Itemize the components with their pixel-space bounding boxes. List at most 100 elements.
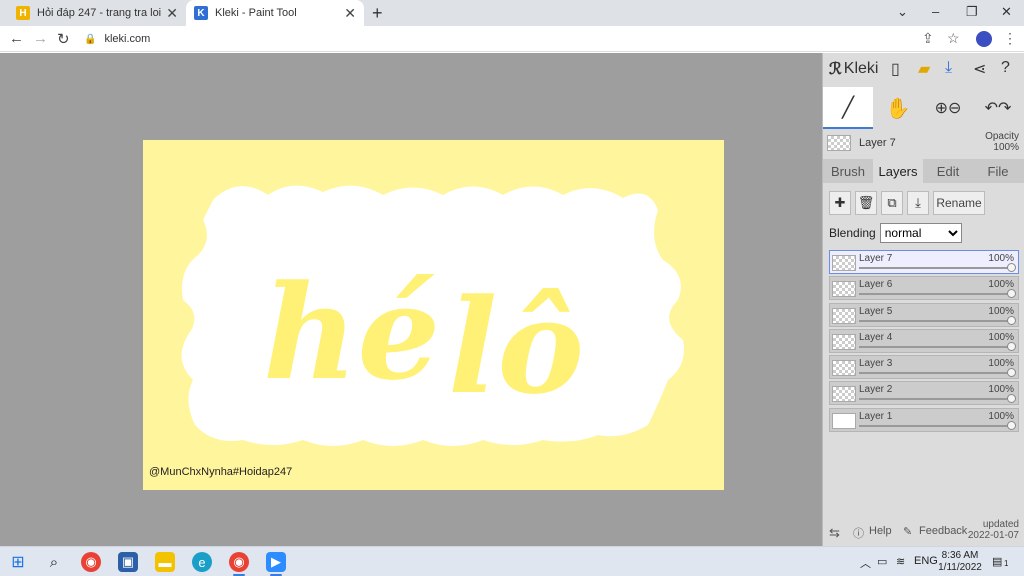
chrome-icon[interactable]: ◉	[81, 552, 101, 572]
maximize-button[interactable]: ❐	[966, 4, 978, 20]
layer-opacity-slider[interactable]	[859, 398, 1012, 401]
layer-item-4[interactable]: Layer 4 100%	[829, 328, 1019, 353]
tab-hoidap[interactable]: H Hỏi đáp 247 - trang tra loi ✕	[8, 0, 186, 26]
rename-button[interactable]: Rename	[933, 191, 985, 215]
store-icon[interactable]: ▣	[118, 552, 138, 572]
tab-brush[interactable]: Brush	[823, 159, 873, 183]
help-circle-icon[interactable]: ⓘ	[853, 525, 864, 541]
layer-item-6[interactable]: Layer 6 100%	[829, 276, 1019, 301]
close-tab-icon[interactable]: ✕	[166, 5, 178, 22]
bookmark-star-icon[interactable]: ☆	[947, 30, 960, 47]
feedback-icon[interactable]: ✎	[903, 525, 912, 538]
layer-opacity: 100%	[988, 305, 1014, 317]
layer-opacity-slider[interactable]	[859, 293, 1012, 296]
kleki-side-panel: ℛ Kleki ▯ ▰ ⤓ ⋖ ? ╱ ✋ ⊕⊖ ↶↷ Layer 7 Opac…	[822, 53, 1024, 546]
layer-name: Layer 2	[859, 384, 893, 396]
layer-opacity-knob[interactable]	[1007, 341, 1016, 351]
new-tab-button[interactable]: +	[372, 3, 383, 24]
layer-name: Layer 5	[859, 305, 893, 317]
taskbar-clock[interactable]: 8:36 AM 1/11/2022	[938, 550, 982, 574]
tab-kleki[interactable]: K Kleki - Paint Tool ✕	[186, 0, 364, 26]
layer-opacity-slider[interactable]	[859, 267, 1012, 269]
layer-item-5[interactable]: Layer 5 100%	[829, 302, 1019, 327]
layer-opacity-knob[interactable]	[1007, 394, 1016, 404]
drawing-canvas[interactable]: hé lô @MunChxNynha#Hoidap247	[143, 140, 724, 490]
notification-icon[interactable]: ▤	[992, 555, 1002, 568]
help-link[interactable]: Help	[869, 525, 892, 537]
layer-opacity-knob[interactable]	[1007, 368, 1016, 378]
layer-opacity-knob[interactable]	[1007, 263, 1016, 272]
zoom-in-out-icon[interactable]: ⊕⊖	[923, 87, 973, 129]
swap-sides-icon[interactable]: ⇆	[829, 525, 840, 541]
close-window-button[interactable]: ✕	[1001, 4, 1012, 20]
minimize-button[interactable]: –	[932, 4, 939, 19]
browser-tab-strip: H Hỏi đáp 247 - trang tra loi ✕ K Kleki …	[0, 0, 1024, 26]
layer-name: Layer 7	[859, 253, 893, 264]
brush-tool-icon[interactable]: ╱	[823, 87, 873, 129]
tab-file[interactable]: File	[973, 159, 1023, 183]
share-icon[interactable]: ⋖	[973, 59, 986, 79]
download-icon[interactable]: ⤓	[945, 59, 952, 77]
layer-name: Layer 4	[859, 331, 893, 343]
layer-item-2[interactable]: Layer 2 100%	[829, 381, 1019, 406]
tab-edit[interactable]: Edit	[923, 159, 973, 183]
feedback-link[interactable]: Feedback	[919, 525, 967, 537]
delete-layer-icon[interactable]: 🗑	[855, 191, 877, 215]
layer-item-3[interactable]: Layer 3 100%	[829, 355, 1019, 380]
layer-opacity-slider[interactable]	[859, 372, 1012, 375]
updated-info: updated 2022-01-07	[968, 519, 1019, 541]
undo-redo-icon[interactable]: ↶↷	[973, 87, 1023, 129]
browser-toolbar: ← → ↻ 🔒 kleki.com ⇪ ☆ ⋮	[0, 26, 1024, 52]
zoom-app-icon[interactable]: ▶	[266, 552, 286, 576]
tray-chevron-icon[interactable]: ︿	[860, 555, 871, 571]
add-layer-icon[interactable]: ✚	[829, 191, 851, 215]
layer-opacity-slider[interactable]	[859, 424, 1012, 427]
layer-opacity-slider[interactable]	[859, 345, 1012, 348]
search-icon[interactable]: ⌕	[44, 552, 64, 572]
open-folder-icon[interactable]: ▰	[918, 59, 930, 79]
clock-date: 1/11/2022	[938, 562, 982, 573]
panel-footer: ⇆ ⓘ Help ✎ Feedback updated 2022-01-07	[823, 519, 1024, 545]
current-layer-bar: Layer 7 Opacity 100%	[823, 131, 1024, 157]
chrome-active-icon[interactable]: ◉	[229, 552, 249, 576]
edge-icon[interactable]: e	[192, 552, 212, 572]
canvas-credit-text: @MunChxNynha#Hoidap247	[149, 466, 293, 478]
back-arrow-icon[interactable]: ←	[9, 30, 24, 47]
close-tab-icon[interactable]: ✕	[344, 5, 356, 22]
drawing-workspace[interactable]: hé lô @MunChxNynha#Hoidap247	[0, 53, 822, 546]
address-bar[interactable]: 🔒 kleki.com	[84, 29, 944, 49]
duplicate-layer-icon[interactable]: ⧉	[881, 191, 903, 215]
kleki-logo-icon: ℛ	[829, 61, 842, 78]
reload-icon[interactable]: ↻	[57, 30, 70, 48]
updated-label: updated	[982, 519, 1019, 530]
tab-search-dropdown-icon[interactable]: ⌄	[897, 4, 908, 20]
language-indicator[interactable]: ENG	[914, 555, 938, 567]
wifi-icon[interactable]: ≋	[896, 555, 905, 568]
url-text: kleki.com	[104, 33, 151, 45]
new-file-icon[interactable]: ▯	[891, 59, 900, 79]
layer-opacity-knob[interactable]	[1007, 289, 1016, 299]
hand-tool-icon[interactable]: ✋	[873, 87, 923, 129]
tab-layers[interactable]: Layers	[873, 159, 923, 183]
layer-actions: ✚ 🗑 ⧉ ⤓ Rename	[829, 191, 985, 215]
forward-arrow-icon[interactable]: →	[33, 30, 48, 47]
battery-icon[interactable]: ▭	[877, 555, 887, 568]
file-explorer-icon[interactable]: ▬	[155, 552, 175, 572]
layer-opacity-knob[interactable]	[1007, 420, 1016, 430]
merge-down-icon[interactable]: ⤓	[907, 191, 929, 215]
help-circle-icon[interactable]: ?	[1001, 59, 1010, 77]
tab-title: Kleki - Paint Tool	[215, 7, 297, 19]
layer-opacity-slider[interactable]	[859, 319, 1012, 322]
hoidap-favicon: H	[16, 6, 30, 20]
layer-item-7[interactable]: Layer 7 100%	[829, 250, 1019, 274]
layer-thumbnail	[832, 333, 856, 350]
layer-opacity-knob[interactable]	[1007, 315, 1016, 325]
notification-count: 1	[1004, 559, 1009, 568]
profile-avatar[interactable]	[976, 31, 992, 47]
layer-item-1[interactable]: Layer 1 100%	[829, 407, 1019, 432]
blending-select[interactable]: normal	[879, 223, 962, 243]
menu-kebab-icon[interactable]: ⋮	[1003, 30, 1017, 47]
share-icon[interactable]: ⇪	[922, 30, 934, 47]
windows-start-icon[interactable]: ⊞	[8, 552, 28, 572]
layer-thumbnail	[832, 307, 856, 324]
